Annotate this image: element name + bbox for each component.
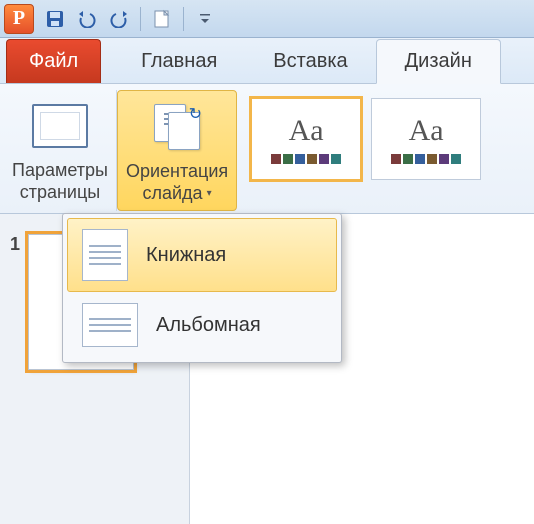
orientation-menu: Книжная Альбомная [62,213,342,363]
quick-access-toolbar: P [0,0,534,38]
theme-preview-text: Aa [409,114,444,148]
tab-insert[interactable]: Вставка [245,40,375,83]
tab-design[interactable]: Дизайн [376,39,501,84]
landscape-icon [82,303,138,347]
theme-preview-text: Aa [289,114,324,148]
qat-separator-2 [183,7,184,31]
undo-button[interactable] [72,5,102,33]
tab-file[interactable]: Файл [6,39,101,83]
orientation-portrait-label: Книжная [146,244,226,267]
theme-swatches [391,154,461,164]
orientation-landscape[interactable]: Альбомная [67,292,337,358]
new-doc-icon [153,9,171,29]
portrait-icon [82,229,128,281]
tab-home[interactable]: Главная [113,40,245,83]
save-icon [45,9,65,29]
slide-orientation-button[interactable]: ↻ Ориентация слайда▾ [117,90,237,211]
page-setup-button[interactable]: Параметры страницы [4,90,117,211]
slide-index: 1 [10,234,20,370]
ribbon-tabs: Файл Главная Вставка Дизайн [0,38,534,84]
orientation-label: Ориентация слайда▾ [126,161,228,204]
redo-button[interactable] [104,5,134,33]
redo-icon [108,10,130,28]
swap-arrow-icon: ↻ [189,104,202,124]
save-button[interactable] [40,5,70,33]
orientation-icon: ↻ [148,102,206,152]
page-setup-icon [32,104,88,148]
theme-gallery: Aa Aa [237,90,485,211]
chevron-down-icon: ▾ [207,188,212,199]
page-setup-label: Параметры страницы [12,160,108,203]
theme-swatches [271,154,341,164]
qat-customize-button[interactable] [190,5,220,33]
chevron-down-icon [199,12,211,26]
qat-separator [140,7,141,31]
undo-icon [76,10,98,28]
app-icon: P [4,4,34,34]
orientation-landscape-label: Альбомная [156,314,261,337]
theme-thumb-2[interactable]: Aa [371,98,481,180]
new-doc-button[interactable] [147,5,177,33]
ribbon: Параметры страницы ↻ Ориентация слайда▾ … [0,84,534,214]
theme-thumb-1[interactable]: Aa [251,98,361,180]
orientation-portrait[interactable]: Книжная [67,218,337,292]
